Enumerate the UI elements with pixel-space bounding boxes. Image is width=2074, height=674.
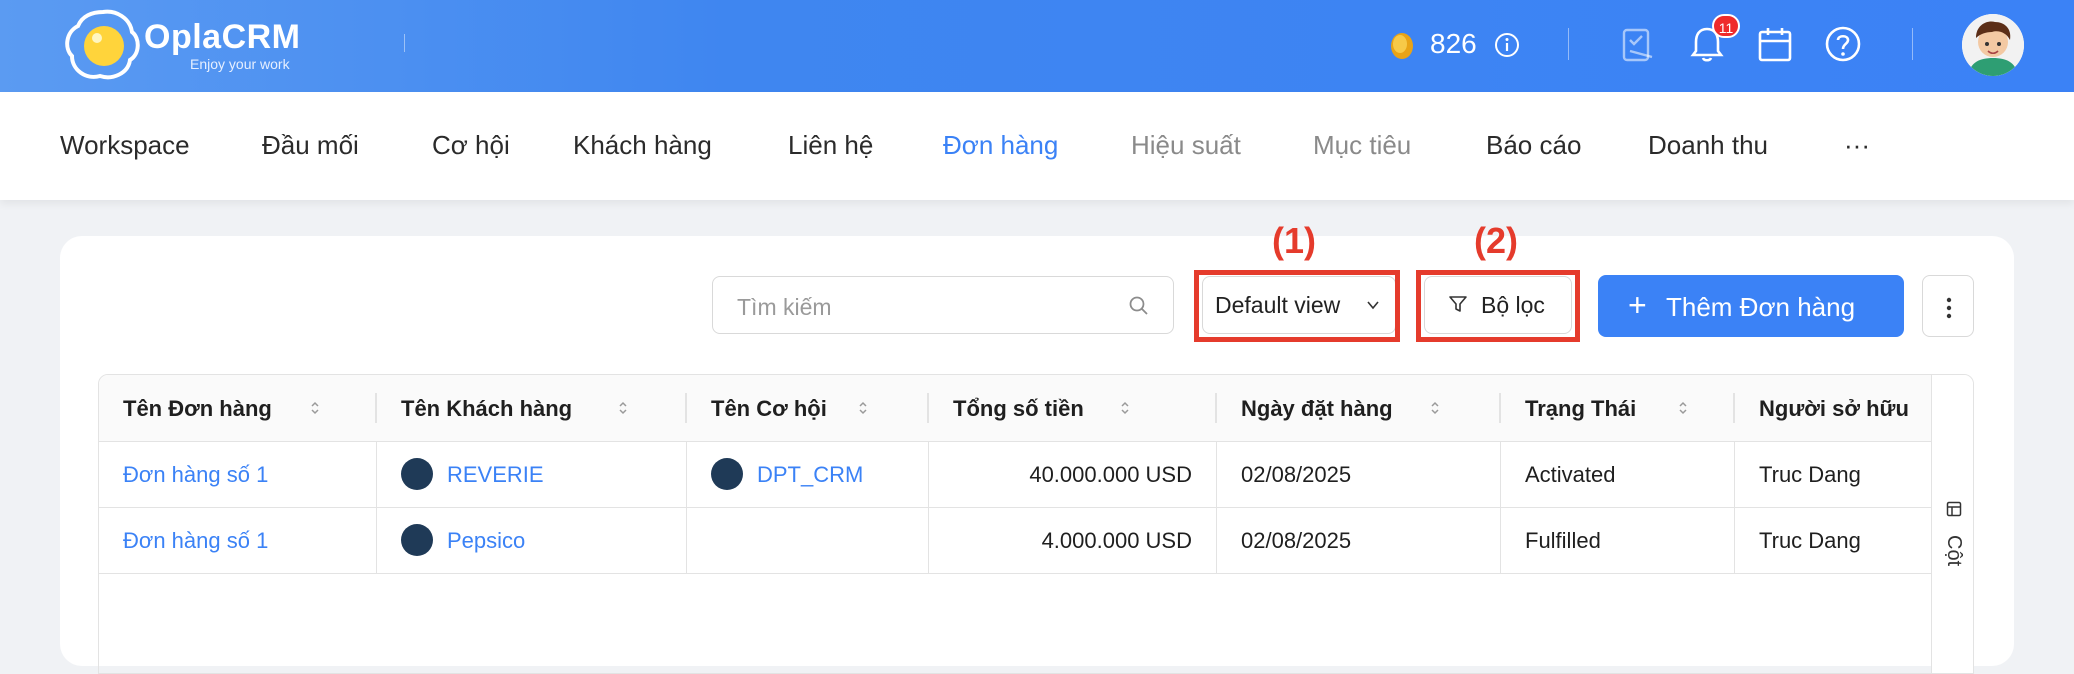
order-link[interactable]: Đơn hàng số 1 bbox=[123, 528, 268, 554]
annotation-box-1 bbox=[1194, 270, 1400, 342]
columns-panel-toggle[interactable]: Cột bbox=[1931, 375, 1973, 673]
nav-performance[interactable]: Hiệu suất bbox=[1131, 130, 1241, 161]
add-order-label: Thêm Đơn hàng bbox=[1666, 292, 1856, 322]
header-divider bbox=[1912, 28, 1913, 60]
annotation-label-2: (2) bbox=[1474, 220, 1518, 261]
column-header-label: Tên Khách hàng bbox=[401, 396, 573, 421]
columns-icon bbox=[1946, 501, 1962, 517]
search-box[interactable] bbox=[712, 276, 1174, 334]
column-header-customer-name[interactable]: Tên Khách hàng bbox=[377, 375, 687, 441]
column-header-owner[interactable]: Người sở hữu bbox=[1735, 375, 1931, 441]
nav-reports[interactable]: Báo cáo bbox=[1486, 130, 1581, 161]
annotation-box-2 bbox=[1416, 270, 1580, 342]
company-building-icon bbox=[711, 458, 743, 490]
notification-badge: 11 bbox=[1712, 14, 1740, 38]
info-icon[interactable] bbox=[1494, 32, 1520, 58]
table-row[interactable]: Đơn hàng số 1 Pepsico 4.000.000 USD 02/0… bbox=[99, 507, 1931, 574]
plus-icon: + bbox=[1628, 287, 1647, 323]
columns-panel-label: Cột bbox=[1943, 535, 1965, 567]
column-header-order-name[interactable]: Tên Đơn hàng bbox=[99, 375, 377, 441]
search-icon bbox=[1129, 296, 1148, 315]
column-header-label: Tên Đơn hàng bbox=[123, 396, 272, 421]
nav-orders[interactable]: Đơn hàng bbox=[943, 130, 1058, 161]
order-status: Activated bbox=[1525, 462, 1616, 487]
coin-icon bbox=[1391, 33, 1413, 59]
coin-count: 826 bbox=[1430, 28, 1477, 59]
owner-name: Truc Dang bbox=[1759, 462, 1861, 487]
order-date-cell: 02/08/2025 bbox=[1217, 441, 1501, 507]
column-header-label: Tổng số tiền bbox=[953, 396, 1084, 421]
company-building-icon bbox=[401, 524, 433, 556]
nav-opportunities[interactable]: Cơ hội bbox=[432, 130, 510, 161]
logo-icon[interactable] bbox=[64, 8, 142, 82]
column-header-label: Tên Cơ hội bbox=[711, 396, 827, 421]
owner-cell: Truc Dang bbox=[1735, 441, 1931, 507]
order-link[interactable]: Đơn hàng số 1 bbox=[123, 462, 268, 488]
column-header-label: Người sở hữu bbox=[1759, 396, 1909, 421]
order-date: 02/08/2025 bbox=[1241, 462, 1352, 487]
nav-goals[interactable]: Mục tiêu bbox=[1313, 130, 1411, 161]
sort-icon[interactable] bbox=[1119, 399, 1131, 417]
column-header-label: Trạng Thái bbox=[1525, 396, 1637, 421]
status-cell: Fulfilled bbox=[1501, 507, 1735, 573]
help-icon[interactable] bbox=[1824, 24, 1862, 64]
table-row[interactable]: Đơn hàng số 1 REVERIE DPT_CRM 40.000.000… bbox=[99, 441, 1931, 508]
sort-icon[interactable] bbox=[309, 399, 321, 417]
table-header: Tên Đơn hàng Tên Khách hàng Tên Cơ hội T… bbox=[99, 375, 1931, 442]
company-building-icon bbox=[401, 458, 433, 490]
orders-table: Tên Đơn hàng Tên Khách hàng Tên Cơ hội T… bbox=[98, 374, 1974, 674]
avatar-illustration-icon bbox=[1962, 14, 2024, 76]
brand-name: OplaCRM bbox=[144, 18, 301, 56]
top-header: OplaCRM Enjoy your work 826 11 bbox=[0, 0, 2074, 92]
nav-customers[interactable]: Khách hàng bbox=[573, 130, 712, 161]
opportunity-link[interactable]: DPT_CRM bbox=[757, 462, 863, 488]
opportunity-cell[interactable] bbox=[687, 507, 929, 573]
column-header-status[interactable]: Trạng Thái bbox=[1501, 375, 1735, 441]
customer-cell[interactable]: Pepsico bbox=[377, 507, 687, 573]
column-header-label: Ngày đặt hàng bbox=[1241, 396, 1393, 421]
sort-icon[interactable] bbox=[857, 399, 869, 417]
calendar-icon[interactable] bbox=[1756, 24, 1794, 64]
column-header-total-amount[interactable]: Tổng số tiền bbox=[929, 375, 1217, 441]
nav-contacts[interactable]: Liên hệ bbox=[788, 130, 873, 161]
total-amount-cell: 40.000.000 USD bbox=[929, 441, 1217, 507]
header-divider bbox=[1568, 28, 1569, 60]
order-name-cell[interactable]: Đơn hàng số 1 bbox=[99, 507, 377, 573]
sort-icon[interactable] bbox=[1677, 399, 1689, 417]
nav-workspace[interactable]: Workspace bbox=[60, 130, 190, 161]
customer-link[interactable]: REVERIE bbox=[447, 462, 544, 488]
add-order-button[interactable]: + Thêm Đơn hàng bbox=[1598, 275, 1904, 337]
nav-leads[interactable]: Đầu mối bbox=[262, 130, 359, 161]
order-status: Fulfilled bbox=[1525, 528, 1601, 553]
brand-tagline: Enjoy your work bbox=[190, 56, 290, 72]
user-avatar[interactable] bbox=[1962, 14, 2024, 76]
sort-icon[interactable] bbox=[1429, 399, 1441, 417]
annotation-label-1: (1) bbox=[1272, 220, 1316, 261]
order-name-cell[interactable]: Đơn hàng số 1 bbox=[99, 441, 377, 507]
nav-revenue[interactable]: Doanh thu bbox=[1648, 130, 1768, 161]
total-amount: 4.000.000 USD bbox=[1041, 528, 1192, 553]
order-date: 02/08/2025 bbox=[1241, 528, 1352, 553]
owner-cell: Truc Dang bbox=[1735, 507, 1931, 573]
customer-cell[interactable]: REVERIE bbox=[377, 441, 687, 507]
total-amount-cell: 4.000.000 USD bbox=[929, 507, 1217, 573]
vertical-dots-icon bbox=[1946, 297, 1952, 319]
more-options-button[interactable] bbox=[1922, 275, 1974, 337]
main-nav: Workspace Đầu mối Cơ hội Khách hàng Liên… bbox=[0, 92, 2074, 200]
status-cell: Activated bbox=[1501, 441, 1735, 507]
task-clipboard-icon[interactable] bbox=[1618, 24, 1656, 64]
customer-link[interactable]: Pepsico bbox=[447, 528, 525, 554]
header-divider bbox=[404, 34, 405, 52]
column-header-opportunity-name[interactable]: Tên Cơ hội bbox=[687, 375, 929, 441]
order-date-cell: 02/08/2025 bbox=[1217, 507, 1501, 573]
opportunity-cell[interactable]: DPT_CRM bbox=[687, 441, 929, 507]
nav-more[interactable]: ··· bbox=[1844, 130, 1870, 161]
owner-name: Truc Dang bbox=[1759, 528, 1861, 553]
total-amount: 40.000.000 USD bbox=[1029, 462, 1192, 487]
search-input[interactable] bbox=[735, 289, 1119, 325]
sort-icon[interactable] bbox=[617, 399, 629, 417]
column-header-order-date[interactable]: Ngày đặt hàng bbox=[1217, 375, 1501, 441]
